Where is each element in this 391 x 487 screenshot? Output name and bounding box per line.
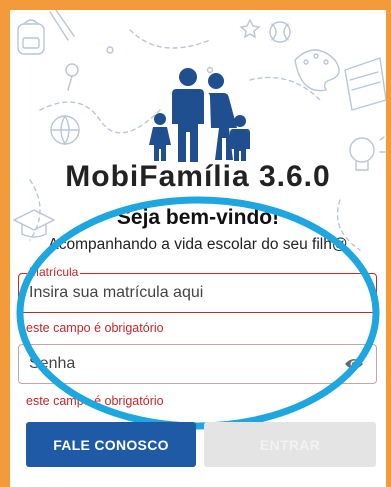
- subtitle-text: Acompanhando a vida escolar do seu filh@: [48, 236, 348, 253]
- pin-icon: [65, 63, 79, 91]
- family-logo-icon: [149, 68, 250, 162]
- login-screen: MobiFamília 3.6.0 Seja bem-vindo! Acompa…: [10, 10, 386, 487]
- enter-button[interactable]: ENTRAR: [204, 422, 376, 467]
- welcome-heading: Seja bem-vindo!: [116, 206, 280, 229]
- password-placeholder: Senha: [29, 355, 76, 372]
- backpack-icon: [17, 19, 45, 55]
- ball-icon: [269, 21, 291, 43]
- eye-icon[interactable]: [344, 356, 364, 372]
- book-icon: [344, 57, 386, 111]
- password-error: este campo é obrigatório: [26, 394, 164, 408]
- palette-icon: [294, 49, 340, 92]
- registration-label: Matrícula: [27, 265, 81, 279]
- password-input[interactable]: Senha: [18, 344, 377, 384]
- app-title: MobiFamília 3.6.0: [65, 160, 331, 193]
- globe-icon: [50, 115, 80, 146]
- registration-input[interactable]: Matrícula Insira sua matrícula aqui: [18, 265, 377, 313]
- registration-error: este campo é obrigatório: [26, 321, 164, 335]
- contact-button[interactable]: FALE CONOSCO: [26, 422, 196, 467]
- registration-placeholder: Insira sua matrícula aqui: [29, 284, 204, 301]
